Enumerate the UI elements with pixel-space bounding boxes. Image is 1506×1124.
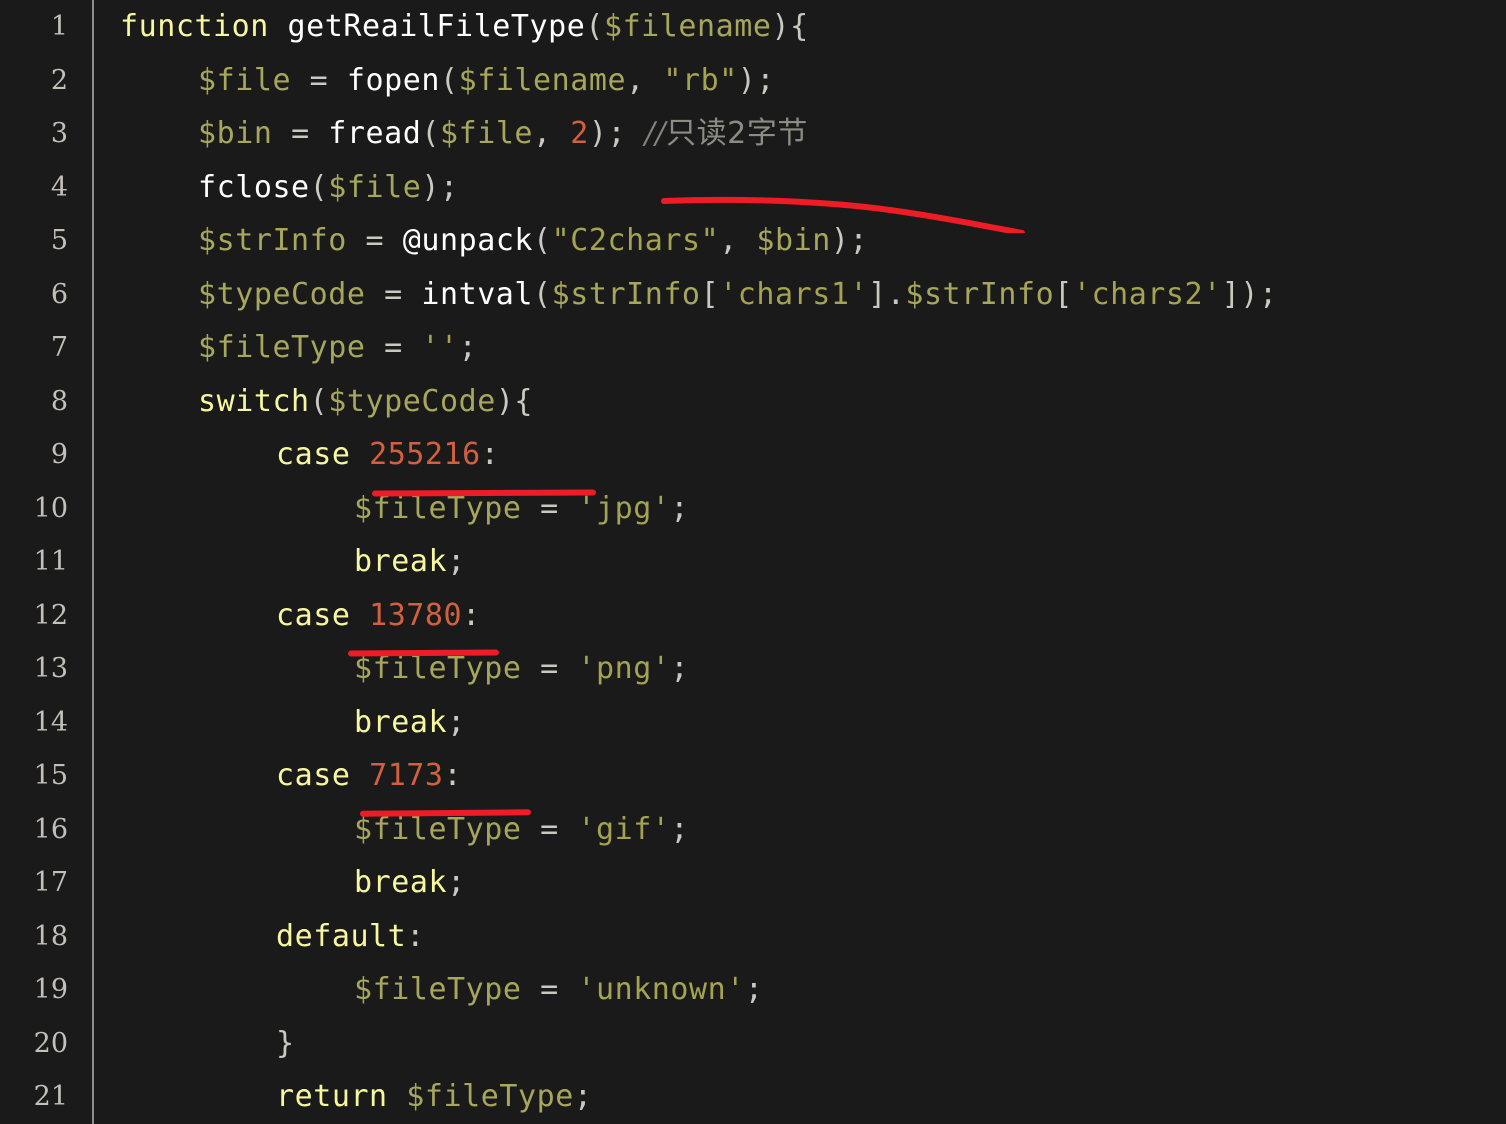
line-number: 3	[50, 118, 68, 149]
line-number: 14	[33, 706, 68, 738]
token-comment-text: 只读2字节	[666, 116, 808, 151]
token-num-13780: 13780	[369, 597, 463, 633]
code-line-5[interactable]: $strInfo = @unpack("C2chars", $bin);	[120, 214, 868, 268]
token-keyword-function: function	[120, 9, 269, 44]
line-number: 18	[33, 920, 68, 952]
token-var-filename: $filename	[603, 9, 772, 44]
code-line-2[interactable]: $file = fopen($filename, "rb");	[120, 54, 775, 108]
token-var-filetype: $fileType	[354, 490, 522, 526]
token-str-png: 'png'	[577, 651, 671, 686]
token-num-255216: 255216	[369, 437, 481, 472]
line-number: 21	[33, 1081, 68, 1112]
code-line-7[interactable]: $fileType = '';	[120, 321, 477, 375]
code-line-21[interactable]: return $fileType;	[120, 1070, 592, 1124]
token-var-bin: $bin	[198, 116, 273, 151]
code-line-18[interactable]: default:	[120, 910, 425, 964]
code-content[interactable]: function getReailFileType($filename){ $f…	[120, 0, 1506, 1124]
line-number: 4	[50, 171, 68, 203]
token-str-c2chars: "C2chars"	[551, 223, 720, 258]
line-number: 8	[50, 385, 68, 417]
line-number: 20	[33, 1027, 68, 1059]
line-number: 12	[33, 599, 68, 631]
token-keyword-default: default	[276, 918, 407, 954]
token-comment-slashes: //	[644, 116, 667, 151]
code-line-20[interactable]: }	[120, 1017, 295, 1071]
token-var-strinfo: $strInfo	[198, 223, 347, 258]
code-line-10[interactable]: $fileType = 'jpg';	[120, 482, 689, 536]
line-number-gutter: 1 2 3 4 5 6 7 8 9 10 11 12 13 14 15 16 1…	[0, 0, 93, 1124]
code-line-12[interactable]: case 13780:	[120, 589, 481, 643]
code-line-13[interactable]: $fileType = 'png';	[120, 642, 689, 696]
token-var-filetype: $fileType	[354, 651, 522, 686]
token-keyword-break: break	[354, 865, 448, 900]
token-keyword-case: case	[276, 597, 351, 633]
token-str-rb: "rb"	[663, 62, 738, 98]
token-fn-intval: intval	[421, 276, 534, 312]
line-number: 15	[33, 760, 68, 791]
line-number: 9	[50, 439, 68, 470]
token-var-file: $file	[198, 62, 292, 98]
token-var-file: $file	[328, 169, 422, 205]
line-number: 7	[50, 332, 68, 363]
token-var-filename: $filename	[458, 62, 627, 98]
line-number: 13	[33, 653, 68, 684]
token-fn-unpack: unpack	[421, 223, 534, 258]
token-keyword-switch: switch	[198, 383, 310, 419]
code-line-19[interactable]: $fileType = 'unknown';	[120, 963, 764, 1017]
code-line-8[interactable]: switch($typeCode){	[120, 375, 533, 429]
token-num-2: 2	[570, 116, 589, 151]
line-number: 1	[50, 11, 68, 42]
line-number: 2	[50, 64, 68, 96]
code-line-6[interactable]: $typeCode = intval($strInfo['chars1'].$s…	[120, 268, 1278, 322]
token-var-typecode: $typeCode	[328, 383, 496, 419]
line-number: 17	[33, 867, 68, 898]
token-str-gif: 'gif'	[577, 811, 671, 847]
code-line-14[interactable]: break;	[120, 696, 466, 750]
token-str-chars2: 'chars2'	[1072, 276, 1222, 312]
code-line-4[interactable]: fclose($file);	[120, 161, 459, 215]
token-var-typecode: $typeCode	[198, 276, 366, 312]
token-keyword-break: break	[354, 704, 448, 740]
line-number: 5	[50, 225, 68, 256]
token-keyword-case: case	[276, 437, 351, 472]
token-var-bin: $bin	[756, 223, 831, 258]
token-str-jpg: 'jpg'	[577, 490, 671, 526]
token-keyword-case: case	[276, 758, 351, 793]
code-line-11[interactable]: break;	[120, 535, 466, 589]
token-var-strinfo: $strInfo	[905, 276, 1055, 312]
token-var-file: $file	[439, 116, 534, 151]
token-var-filetype: $fileType	[354, 811, 522, 847]
code-line-17[interactable]: break;	[120, 856, 466, 910]
line-number: 19	[33, 974, 68, 1005]
line-number: 6	[50, 278, 68, 310]
gutter-separator-rule	[92, 0, 94, 1124]
token-var-filetype: $fileType	[406, 1079, 574, 1114]
token-keyword-return: return	[276, 1079, 388, 1114]
code-line-1[interactable]: function getReailFileType($filename){	[120, 0, 809, 54]
token-function-name: getReailFileType	[287, 9, 586, 44]
token-fn-fopen: fopen	[346, 62, 440, 98]
code-line-9[interactable]: case 255216:	[120, 428, 499, 482]
token-str-empty: ''	[421, 330, 459, 365]
line-number: 11	[33, 546, 68, 577]
token-var-filetype: $fileType	[354, 972, 522, 1007]
token-fn-fclose: fclose	[198, 169, 310, 205]
code-editor[interactable]: 1 2 3 4 5 6 7 8 9 10 11 12 13 14 15 16 1…	[0, 0, 1506, 1124]
line-number: 10	[33, 492, 68, 524]
token-keyword-break: break	[354, 544, 448, 579]
token-num-7173: 7173	[369, 758, 444, 793]
code-line-16[interactable]: $fileType = 'gif';	[120, 803, 689, 857]
token-var-strinfo: $strInfo	[551, 276, 701, 312]
token-var-filetype: $fileType	[198, 330, 366, 365]
line-number: 16	[33, 813, 68, 845]
token-str-chars1: 'chars1'	[719, 276, 869, 312]
token-str-unknown: 'unknown'	[577, 972, 745, 1007]
code-line-3[interactable]: $bin = fread($file, 2); //只读2字节	[120, 107, 808, 161]
token-fn-fread: fread	[328, 116, 422, 151]
code-line-15[interactable]: case 7173:	[120, 749, 462, 803]
